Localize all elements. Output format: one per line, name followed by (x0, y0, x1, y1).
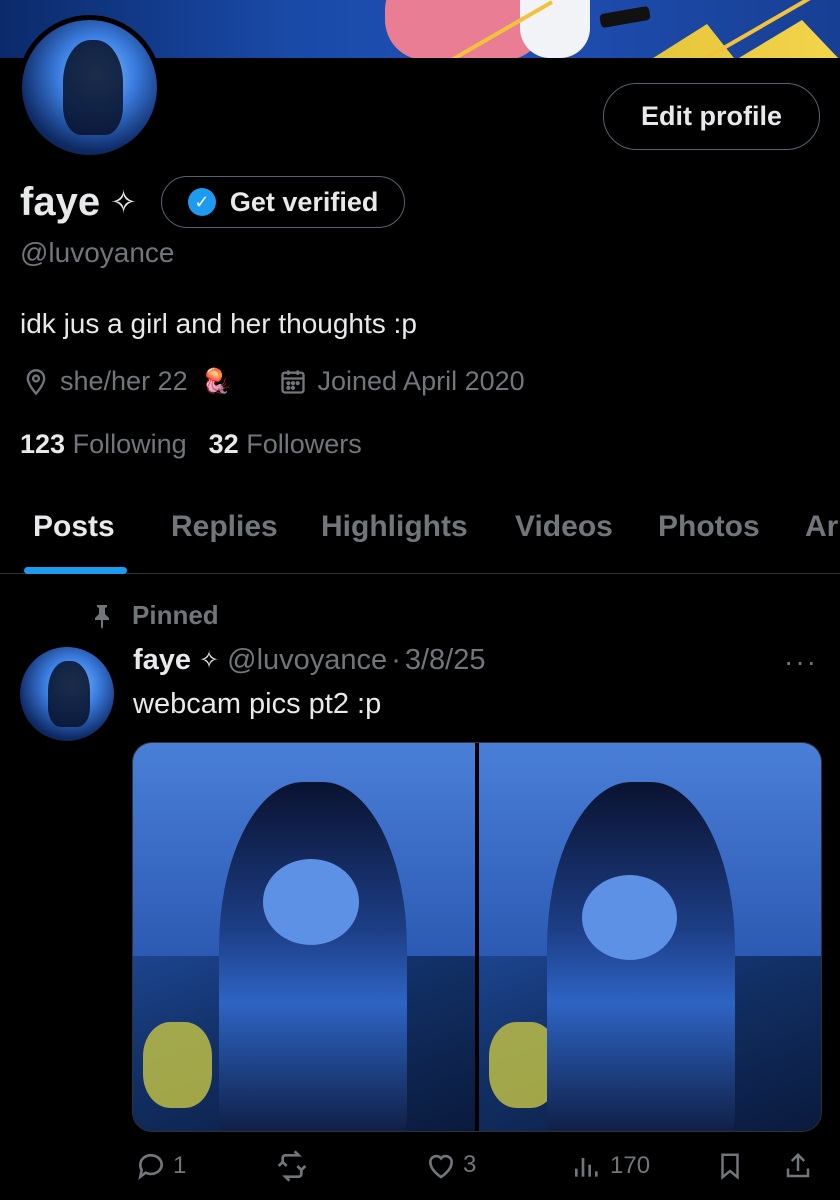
pinned-label: Pinned (90, 600, 219, 631)
post-text: webcam pics pt2 :p (133, 688, 382, 720)
profile-tabs: Posts Replies Highlights Videos Photos A… (0, 490, 840, 574)
joined-item: Joined April 2020 (279, 366, 525, 397)
like-button[interactable]: 3 (425, 1150, 476, 1180)
reply-icon (138, 1153, 163, 1180)
post-author-name[interactable]: faye (133, 644, 191, 677)
views-button[interactable]: 170 (570, 1150, 650, 1182)
profile-handle: @luvoyance (20, 237, 175, 268)
following-count: 123 (20, 429, 66, 459)
followers-count: 32 (208, 429, 239, 459)
active-tab-indicator (24, 567, 127, 574)
pin-icon (95, 604, 109, 629)
like-count: 3 (463, 1151, 477, 1178)
share-icon (786, 1152, 810, 1178)
post-photo-1[interactable] (133, 743, 475, 1131)
edit-profile-button[interactable]: Edit profile (603, 83, 820, 150)
post-author-avatar[interactable] (20, 647, 114, 741)
bookmark-button[interactable] (715, 1150, 751, 1182)
following-label: Following (72, 429, 187, 459)
name-row: faye ✧ ✓ Get verified (20, 176, 406, 228)
joined-text: Joined April 2020 (317, 366, 525, 396)
tab-highlights[interactable]: Highlights (321, 510, 468, 544)
followers-label: Followers (246, 429, 362, 459)
location-pin-icon (26, 368, 46, 395)
repost-icon (277, 1150, 307, 1182)
post-date[interactable]: 3/8/25 (405, 644, 486, 677)
post-media-grid (132, 742, 822, 1132)
profile-avatar[interactable] (17, 15, 162, 160)
bookmark-icon (721, 1153, 739, 1180)
jellyfish-icon: 🪼 (201, 368, 232, 395)
separator-dot: · (391, 644, 401, 676)
tab-photos[interactable]: Photos (658, 510, 760, 544)
tab-posts[interactable]: Posts (33, 510, 115, 544)
reply-button[interactable]: 1 (135, 1150, 186, 1182)
share-button[interactable] (783, 1150, 819, 1182)
sparkle-icon: ✧ (110, 184, 137, 220)
location-text: she/her 22 (60, 366, 188, 396)
display-name: faye (20, 179, 101, 224)
views-chart-icon (575, 1158, 598, 1177)
tab-videos[interactable]: Videos (515, 510, 613, 544)
follow-stats: 123 Following 32 Followers (20, 429, 362, 460)
verified-badge-icon: ✓ (187, 188, 216, 216)
heart-icon (429, 1154, 453, 1179)
pinned-text: Pinned (132, 600, 219, 630)
views-count: 170 (610, 1152, 651, 1179)
calendar-icon (281, 369, 306, 394)
more-options-icon[interactable]: ··· (784, 646, 818, 678)
location-item: she/her 22 🪼 (22, 366, 231, 397)
profile-meta: she/her 22 🪼 Joined April 2020 (22, 366, 525, 397)
post-photo-2[interactable] (479, 743, 821, 1131)
profile-bio: idk jus a girl and her thoughts :p (20, 308, 417, 339)
repost-button[interactable] (275, 1150, 315, 1182)
following-link[interactable]: 123 Following (20, 429, 187, 460)
sparkle-icon: ✧ (199, 647, 220, 674)
followers-link[interactable]: 32 Followers (209, 429, 362, 460)
tab-replies[interactable]: Replies (171, 510, 278, 544)
get-verified-label: Get verified (229, 186, 379, 217)
post-author-handle[interactable]: @luvoyance (227, 644, 387, 677)
post-header: faye ✧ @luvoyance · 3/8/25 (133, 644, 486, 677)
get-verified-button[interactable]: ✓ Get verified (160, 176, 406, 228)
tab-articles[interactable]: Ar (805, 510, 838, 544)
reply-count: 1 (173, 1152, 187, 1179)
post-actions: 1 3 170 (0, 1142, 840, 1192)
